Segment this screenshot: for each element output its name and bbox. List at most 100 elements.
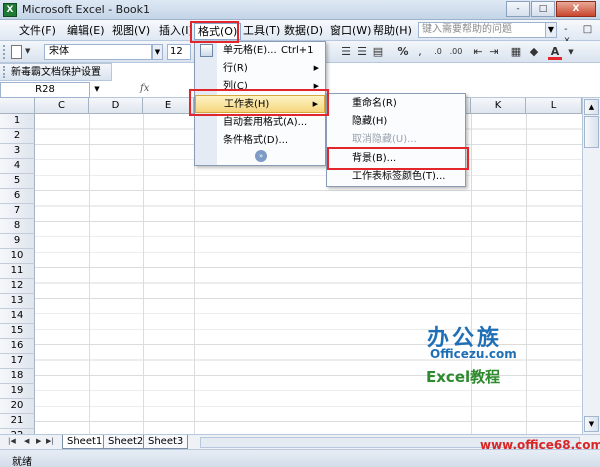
- toolbar-grip-icon[interactable]: [3, 45, 6, 59]
- sheet-submenu: 重命名(R) 隐藏(H) 取消隐藏(U)... 背景(B)... 工作表标签颜色…: [326, 93, 466, 187]
- row-header[interactable]: 7: [0, 204, 35, 219]
- help-search-input[interactable]: 键入需要帮助的问题: [418, 22, 546, 38]
- column-header-e[interactable]: E: [143, 98, 194, 114]
- submenu-item-tab-color[interactable]: 工作表标签颜色(T)...: [327, 168, 465, 186]
- row-header[interactable]: 19: [0, 384, 35, 399]
- row-header[interactable]: 5: [0, 174, 35, 189]
- format-cells-shortcut: Ctrl+1: [281, 45, 314, 56]
- scroll-thumb[interactable]: [584, 116, 599, 148]
- row-label: 行(R): [223, 63, 248, 74]
- vertical-scrollbar[interactable]: ▲ ▼: [582, 98, 600, 434]
- format-menu-item-autoformat[interactable]: 自动套用格式(A)...: [195, 114, 325, 132]
- row-header[interactable]: 1: [0, 114, 35, 129]
- scroll-down-icon[interactable]: ▼: [584, 416, 599, 432]
- font-size-select[interactable]: 12: [167, 44, 191, 60]
- status-bar: 就绪: [0, 449, 600, 467]
- font-name-dropdown-icon[interactable]: ▼: [152, 44, 163, 60]
- column-header-k[interactable]: K: [471, 98, 526, 114]
- font-name-select[interactable]: 宋体: [44, 44, 152, 60]
- row-header[interactable]: 13: [0, 294, 35, 309]
- menu-edit[interactable]: 编辑(E): [64, 23, 108, 39]
- select-all-corner[interactable]: [0, 98, 35, 114]
- column-header-l[interactable]: L: [526, 98, 582, 114]
- row-header[interactable]: 12: [0, 279, 35, 294]
- row-header[interactable]: 3: [0, 144, 35, 159]
- merge-center-icon[interactable]: ▤: [372, 45, 384, 59]
- officezu-logo: 办公族 Officezu.com Excel教程: [400, 320, 560, 390]
- submenu-arrow-icon: ▶: [313, 64, 319, 72]
- font-color-icon[interactable]: A: [548, 45, 562, 60]
- highlight-sheet-item: [189, 89, 329, 116]
- insert-function-icon[interactable]: fx: [140, 83, 149, 94]
- menu-data[interactable]: 数据(D): [281, 23, 326, 39]
- menu-window[interactable]: 窗口(W): [327, 23, 374, 39]
- minimize-button[interactable]: -: [506, 1, 530, 17]
- help-dropdown-arrow-icon[interactable]: ▼: [545, 22, 557, 38]
- prev-sheet-icon[interactable]: ◀: [24, 437, 29, 445]
- row-header[interactable]: 16: [0, 339, 35, 354]
- scroll-up-icon[interactable]: ▲: [584, 99, 599, 115]
- format-menu-item-cells[interactable]: 单元格(E)... Ctrl+1: [195, 42, 325, 60]
- sheet-tab-sheet1[interactable]: Sheet1: [62, 435, 108, 449]
- increase-decimal-icon[interactable]: .0: [430, 45, 446, 59]
- decrease-indent-icon[interactable]: ⇤: [472, 45, 484, 59]
- comma-style-icon[interactable]: ,: [414, 45, 426, 59]
- fill-color-icon[interactable]: ◆: [526, 45, 542, 59]
- row-header[interactable]: 20: [0, 399, 35, 414]
- align-center-icon[interactable]: ☰: [340, 45, 352, 59]
- toolbar-grip-icon[interactable]: [3, 66, 6, 78]
- row-header[interactable]: 8: [0, 219, 35, 234]
- maximize-button[interactable]: □: [531, 1, 555, 17]
- row-header[interactable]: 18: [0, 369, 35, 384]
- submenu-item-hide[interactable]: 隐藏(H): [327, 113, 465, 131]
- title-bar: X Microsoft Excel - Book1 - □ X: [0, 0, 600, 20]
- document-protection-button[interactable]: 新毒霸文档保护设置: [11, 66, 101, 79]
- menu-tools[interactable]: 工具(T): [240, 23, 283, 39]
- format-menu-item-row[interactable]: 行(R) ▶: [195, 60, 325, 78]
- expand-menu-chevron-icon[interactable]: »: [255, 150, 267, 162]
- window-controls: - □ X: [506, 1, 596, 17]
- font-color-dropdown-icon[interactable]: ▼: [566, 45, 576, 59]
- close-button[interactable]: X: [556, 1, 596, 17]
- protection-toolbar: 新毒霸文档保护设置: [0, 63, 112, 81]
- row-header[interactable]: 15: [0, 324, 35, 339]
- name-box[interactable]: R28: [0, 82, 90, 98]
- tab-color-label: 工作表标签颜色(T)...: [352, 171, 446, 182]
- conditional-format-label: 条件格式(D)...: [223, 135, 289, 146]
- next-sheet-icon[interactable]: ▶: [36, 437, 41, 445]
- row-header[interactable]: 9: [0, 234, 35, 249]
- row-header[interactable]: 21: [0, 414, 35, 429]
- decrease-decimal-icon[interactable]: .00: [448, 45, 464, 59]
- toolbar-options-dropdown-icon[interactable]: ▼: [25, 47, 30, 55]
- row-header[interactable]: 4: [0, 159, 35, 174]
- row-header[interactable]: 11: [0, 264, 35, 279]
- logo-sub-text: Excel教程: [426, 368, 501, 386]
- menu-view[interactable]: 视图(V): [109, 23, 153, 39]
- row-header[interactable]: 14: [0, 309, 35, 324]
- submenu-item-rename[interactable]: 重命名(R): [327, 95, 465, 113]
- row-header[interactable]: 10: [0, 249, 35, 264]
- row-header[interactable]: 6: [0, 189, 35, 204]
- rename-label: 重命名(R): [352, 98, 397, 109]
- new-document-icon[interactable]: [11, 45, 22, 59]
- last-sheet-icon[interactable]: ▶|: [46, 437, 54, 445]
- column-divider: [89, 114, 90, 434]
- name-box-dropdown-icon[interactable]: ▼: [90, 82, 104, 98]
- column-header-c[interactable]: C: [35, 98, 89, 114]
- format-menu-item-conditional[interactable]: 条件格式(D)...: [195, 132, 325, 150]
- currency-icon[interactable]: %: [396, 45, 410, 59]
- row-header[interactable]: 17: [0, 354, 35, 369]
- first-sheet-icon[interactable]: |◀: [8, 437, 16, 445]
- align-right-icon[interactable]: ☰: [356, 45, 368, 59]
- logo-url-text: Officezu.com: [430, 347, 517, 361]
- increase-indent-icon[interactable]: ⇥: [488, 45, 500, 59]
- column-header-d[interactable]: D: [89, 98, 143, 114]
- autoformat-label: 自动套用格式(A)...: [223, 117, 308, 128]
- sheet-tab-sheet3[interactable]: Sheet3: [143, 435, 189, 449]
- borders-icon[interactable]: ▦: [508, 45, 524, 59]
- excel-app-icon[interactable]: X: [3, 3, 17, 17]
- menu-help[interactable]: 帮助(H): [370, 23, 415, 39]
- menu-file[interactable]: 文件(F): [16, 23, 59, 39]
- row-header[interactable]: 2: [0, 129, 35, 144]
- sheet-tab-sheet2[interactable]: Sheet2: [103, 435, 149, 449]
